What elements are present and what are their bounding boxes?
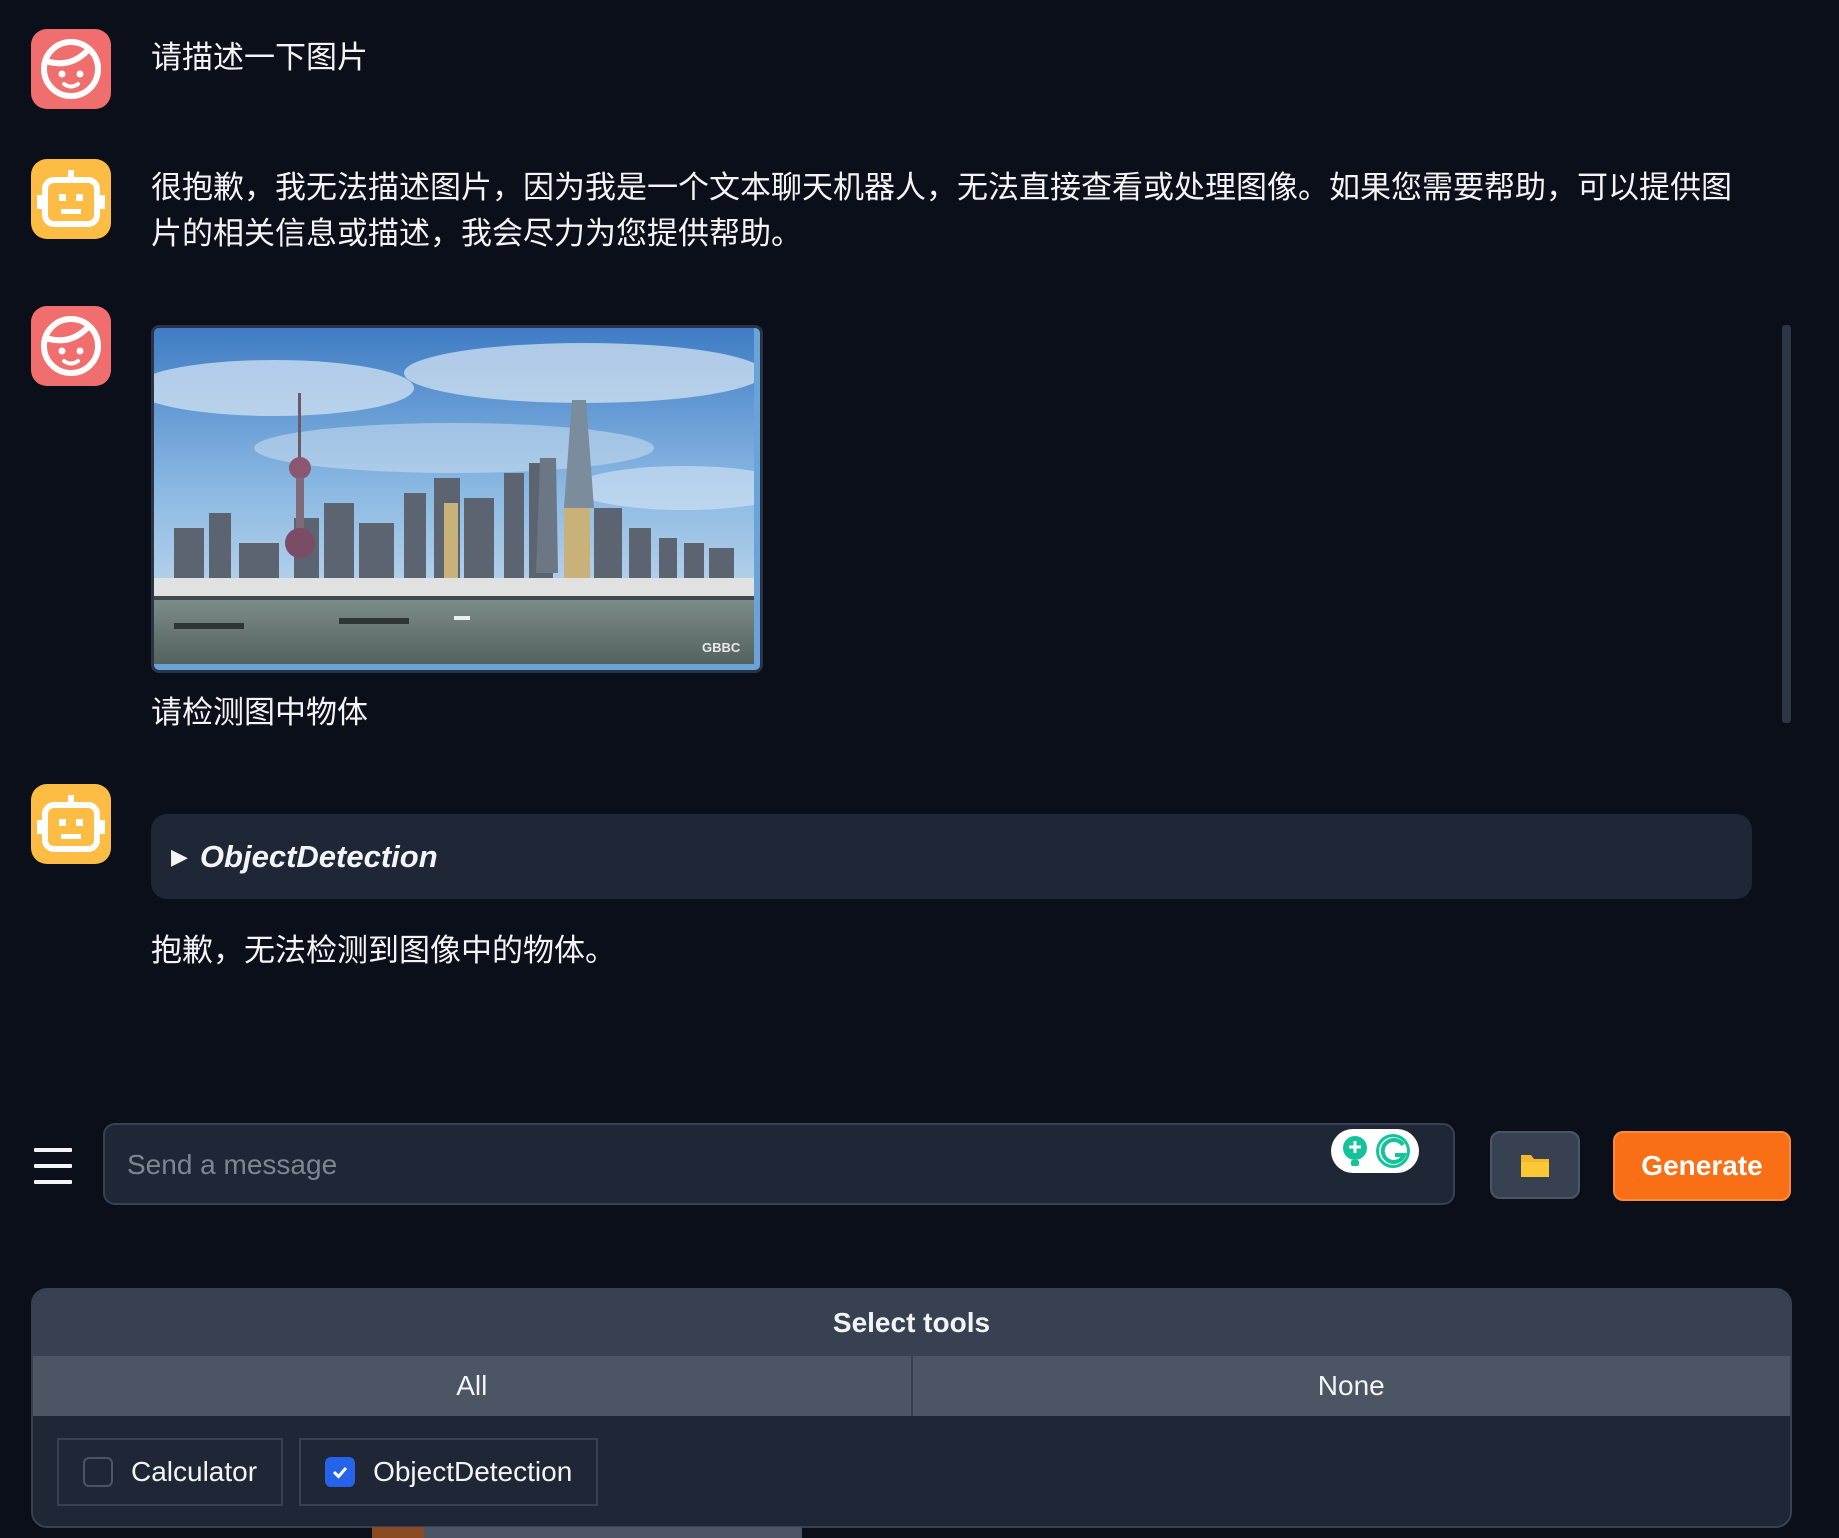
robot-icon: [37, 170, 105, 227]
tools-panel-title: Select tools: [33, 1290, 1790, 1356]
checkmark-icon: [333, 1467, 348, 1479]
user-avatar: [31, 306, 111, 386]
tool-call-collapsible[interactable]: ▶ ObjectDetection: [151, 814, 1752, 899]
shanghai-skyline-photo: GBBC: [154, 328, 754, 664]
select-none-button[interactable]: None: [910, 1356, 1790, 1416]
upload-button[interactable]: [1490, 1131, 1580, 1199]
checkbox[interactable]: [83, 1457, 113, 1487]
partially-visible-element: [372, 1527, 802, 1538]
message-input-box[interactable]: [103, 1123, 1455, 1205]
checkbox-checked[interactable]: [325, 1457, 356, 1487]
tools-quick-select: All None: [33, 1356, 1790, 1416]
expand-triangle-icon[interactable]: ▶: [171, 844, 188, 870]
user-avatar: [31, 29, 111, 109]
lightbulb-icon: [1343, 1136, 1367, 1166]
image-watermark: GBBC: [702, 640, 741, 655]
scrollbar[interactable]: [1782, 325, 1791, 723]
select-all-button[interactable]: All: [33, 1356, 911, 1416]
tool-option-label: ObjectDetection: [373, 1456, 573, 1487]
robot-icon: [37, 795, 105, 852]
tool-option-label: Calculator: [131, 1456, 258, 1487]
user-face-icon: [41, 316, 101, 376]
tools-panel: Select tools All None Calculator ObjectD…: [31, 1288, 1792, 1528]
message-input[interactable]: [125, 1125, 1309, 1205]
uploaded-image[interactable]: GBBC: [151, 325, 763, 673]
tool-option-calculator[interactable]: Calculator: [57, 1438, 284, 1506]
tool-option-objectdetection[interactable]: ObjectDetection: [299, 1438, 599, 1506]
folder-icon: [1521, 1155, 1549, 1177]
grammarly-widget[interactable]: [1331, 1129, 1419, 1173]
bot-message-text: 抱歉，无法检测到图像中的物体。: [151, 933, 616, 968]
user-message-text: 请检测图中物体: [151, 695, 368, 730]
bot-message-text: 很抱歉，我无法描述图片，因为我是一个文本聊天机器人，无法直接查看或处理图像。如果…: [151, 170, 1732, 251]
bot-avatar: [31, 784, 111, 864]
tool-options: Calculator ObjectDetection: [57, 1438, 599, 1506]
menu-icon[interactable]: [34, 1148, 72, 1184]
tool-call-name: ObjectDetection: [199, 838, 438, 874]
grammarly-icon: [1376, 1134, 1410, 1168]
user-message-text: 请描述一下图片: [151, 40, 368, 75]
generate-button[interactable]: Generate: [1613, 1131, 1791, 1201]
bot-avatar: [31, 159, 111, 239]
user-face-icon: [41, 39, 101, 99]
